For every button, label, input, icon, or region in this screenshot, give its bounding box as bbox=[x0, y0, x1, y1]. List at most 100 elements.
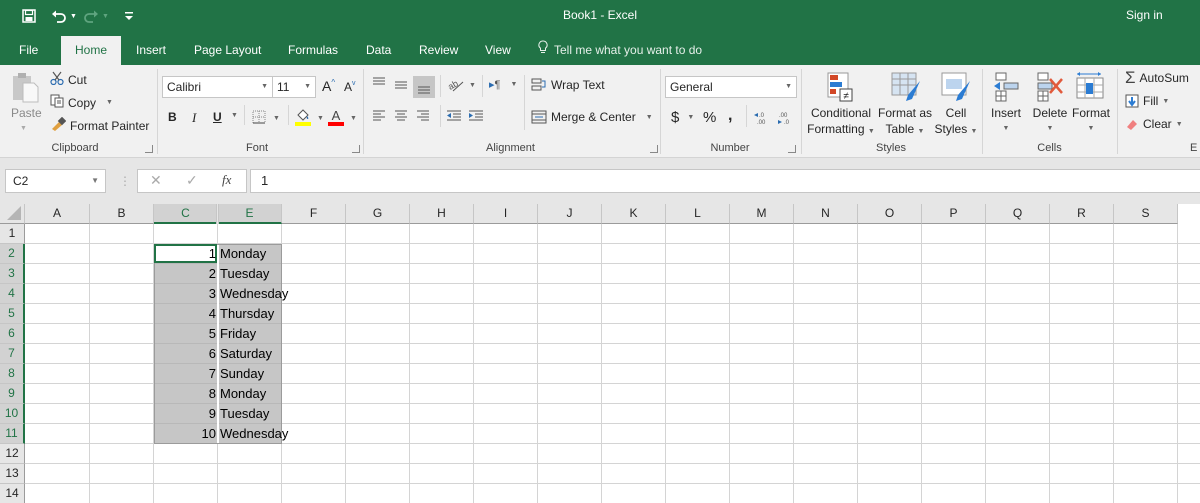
italic-button[interactable]: I bbox=[192, 110, 196, 126]
currency-button[interactable]: $ ▼ bbox=[671, 109, 694, 126]
name-box[interactable]: C2 ▼ bbox=[5, 169, 106, 193]
decrease-indent-button[interactable] bbox=[446, 110, 462, 122]
font-name-dropdown-icon[interactable]: ▼ bbox=[261, 77, 268, 97]
tab-view[interactable]: View bbox=[485, 36, 511, 65]
sign-in-link[interactable]: Sign in bbox=[1126, 8, 1163, 22]
column-header-K[interactable]: K bbox=[602, 204, 666, 224]
paste-label[interactable]: Paste bbox=[11, 106, 42, 120]
column-header-P[interactable]: P bbox=[922, 204, 986, 224]
fill-color-button[interactable]: ▼ bbox=[295, 108, 324, 129]
column-header-M[interactable]: M bbox=[730, 204, 794, 224]
align-right-button[interactable] bbox=[416, 110, 430, 122]
column-header-S[interactable]: S bbox=[1114, 204, 1178, 224]
worksheet-grid[interactable]: 1 Monday 2 Tuesday 3 Wednesday 4 Thursday 5 Frida… bbox=[0, 204, 1200, 503]
cell-E6[interactable]: Friday bbox=[218, 324, 282, 344]
delete-cells-button[interactable]: Delete ▼ bbox=[1030, 105, 1070, 137]
row-header-13[interactable]: 13 bbox=[0, 464, 25, 484]
enter-icon[interactable]: ✓ bbox=[186, 172, 198, 189]
cell-C3[interactable]: 2 bbox=[154, 264, 218, 284]
cell-C6[interactable]: 5 bbox=[154, 324, 218, 344]
wrap-text-button[interactable]: Wrap Text bbox=[531, 78, 605, 92]
cell-E8[interactable]: Sunday bbox=[218, 364, 282, 384]
tab-insert[interactable]: Insert bbox=[136, 36, 166, 65]
cell-E3[interactable]: Tuesday bbox=[218, 264, 282, 284]
cell-C9[interactable]: 8 bbox=[154, 384, 218, 404]
decrease-decimal-button[interactable]: .00.0 bbox=[776, 111, 792, 125]
cell-C5[interactable]: 4 bbox=[154, 304, 218, 324]
row-header-1[interactable]: 1 bbox=[0, 224, 25, 244]
increase-decimal-button[interactable]: .0.00 bbox=[754, 111, 770, 125]
clipboard-dialog-launcher[interactable] bbox=[145, 145, 153, 153]
percent-button[interactable]: % bbox=[703, 109, 716, 126]
tab-file[interactable]: File bbox=[19, 36, 38, 65]
comma-button[interactable]: , bbox=[728, 107, 732, 125]
cell-C10[interactable]: 9 bbox=[154, 404, 218, 424]
select-all-button[interactable] bbox=[0, 204, 25, 224]
shrink-font-button[interactable]: Av bbox=[344, 80, 356, 95]
column-header-N[interactable]: N bbox=[794, 204, 858, 224]
tab-review[interactable]: Review bbox=[419, 36, 458, 65]
column-header-Q[interactable]: Q bbox=[986, 204, 1050, 224]
format-as-table-button[interactable]: Format as Table ▼ bbox=[874, 105, 936, 140]
fill-dropdown-icon[interactable]: ▼ bbox=[1162, 98, 1169, 105]
cell-styles-button[interactable]: Cell Styles ▼ bbox=[934, 105, 978, 140]
autosum-button[interactable]: Σ AutoSum bbox=[1125, 69, 1189, 86]
top-align-button[interactable] bbox=[372, 77, 386, 89]
font-color-button[interactable]: A ▼ bbox=[328, 108, 357, 129]
row-header-7[interactable]: 7 bbox=[0, 344, 25, 364]
row-header-10[interactable]: 10 bbox=[0, 404, 25, 424]
row-header-14[interactable]: 14 bbox=[0, 484, 25, 503]
row-header-12[interactable]: 12 bbox=[0, 444, 25, 464]
orientation-button[interactable]: ab ▼ bbox=[447, 78, 476, 92]
text-direction-button[interactable]: ▸¶ ▼ bbox=[489, 78, 517, 91]
clear-dropdown-icon[interactable]: ▼ bbox=[1176, 121, 1183, 128]
copy-button[interactable]: Copy ▼ bbox=[50, 94, 113, 111]
format-painter-button[interactable]: Format Painter bbox=[50, 116, 149, 134]
column-header-A[interactable]: A bbox=[25, 204, 90, 224]
column-header-R[interactable]: R bbox=[1050, 204, 1114, 224]
cell-E4[interactable]: Wednesday bbox=[218, 284, 288, 304]
fill-color-dropdown-icon[interactable]: ▼ bbox=[317, 115, 324, 122]
font-name-combo[interactable]: Calibri ▼ bbox=[162, 76, 273, 98]
number-format-combo[interactable]: General ▼ bbox=[665, 76, 797, 98]
row-header-4[interactable]: 4 bbox=[0, 284, 25, 304]
cell-E11[interactable]: Wednesday bbox=[218, 424, 288, 444]
grow-font-button[interactable]: A ^ bbox=[322, 78, 335, 95]
clear-button[interactable]: Clear ▼ bbox=[1125, 117, 1183, 131]
row-header-8[interactable]: 8 bbox=[0, 364, 25, 384]
cut-button[interactable]: Cut bbox=[50, 71, 87, 88]
fill-button[interactable]: Fill ▼ bbox=[1125, 94, 1169, 108]
tab-page-layout[interactable]: Page Layout bbox=[194, 36, 261, 65]
column-header-I[interactable]: I bbox=[474, 204, 538, 224]
paste-button[interactable] bbox=[8, 71, 42, 106]
column-header-H[interactable]: H bbox=[410, 204, 474, 224]
column-header-L[interactable]: L bbox=[666, 204, 730, 224]
cell-C7[interactable]: 6 bbox=[154, 344, 218, 364]
hidden-column-d-marker[interactable] bbox=[216, 204, 219, 224]
alignment-dialog-launcher[interactable] bbox=[650, 145, 658, 153]
middle-align-button[interactable] bbox=[394, 79, 408, 91]
font-color-dropdown-icon[interactable]: ▼ bbox=[350, 115, 357, 122]
column-header-G[interactable]: G bbox=[346, 204, 410, 224]
column-header-B[interactable]: B bbox=[90, 204, 154, 224]
conditional-formatting-button[interactable]: Conditional Formatting ▼ bbox=[806, 105, 876, 140]
cell-E10[interactable]: Tuesday bbox=[218, 404, 282, 424]
borders-button[interactable]: ▼ bbox=[252, 110, 280, 127]
borders-dropdown-icon[interactable]: ▼ bbox=[273, 115, 280, 122]
column-header-C[interactable]: C bbox=[154, 204, 218, 224]
merge-center-dropdown-icon[interactable]: ▼ bbox=[646, 114, 653, 121]
cancel-icon[interactable]: ✕ bbox=[150, 172, 162, 189]
number-format-dropdown-icon[interactable]: ▼ bbox=[785, 77, 792, 97]
tab-home[interactable]: Home bbox=[61, 36, 121, 65]
font-dialog-launcher[interactable] bbox=[352, 145, 360, 153]
row-header-2[interactable]: 2 bbox=[0, 244, 25, 264]
column-header-F[interactable]: F bbox=[282, 204, 346, 224]
row-header-9[interactable]: 9 bbox=[0, 384, 25, 404]
cell-C4[interactable]: 3 bbox=[154, 284, 218, 304]
cell-C11[interactable]: 10 bbox=[154, 424, 218, 444]
column-header-E[interactable]: E bbox=[218, 204, 282, 224]
align-center-button[interactable] bbox=[394, 110, 408, 122]
formula-input[interactable]: 1 bbox=[250, 169, 1200, 193]
merge-center-button[interactable]: Merge & Center ▼ bbox=[531, 110, 653, 124]
tab-formulas[interactable]: Formulas bbox=[288, 36, 338, 65]
